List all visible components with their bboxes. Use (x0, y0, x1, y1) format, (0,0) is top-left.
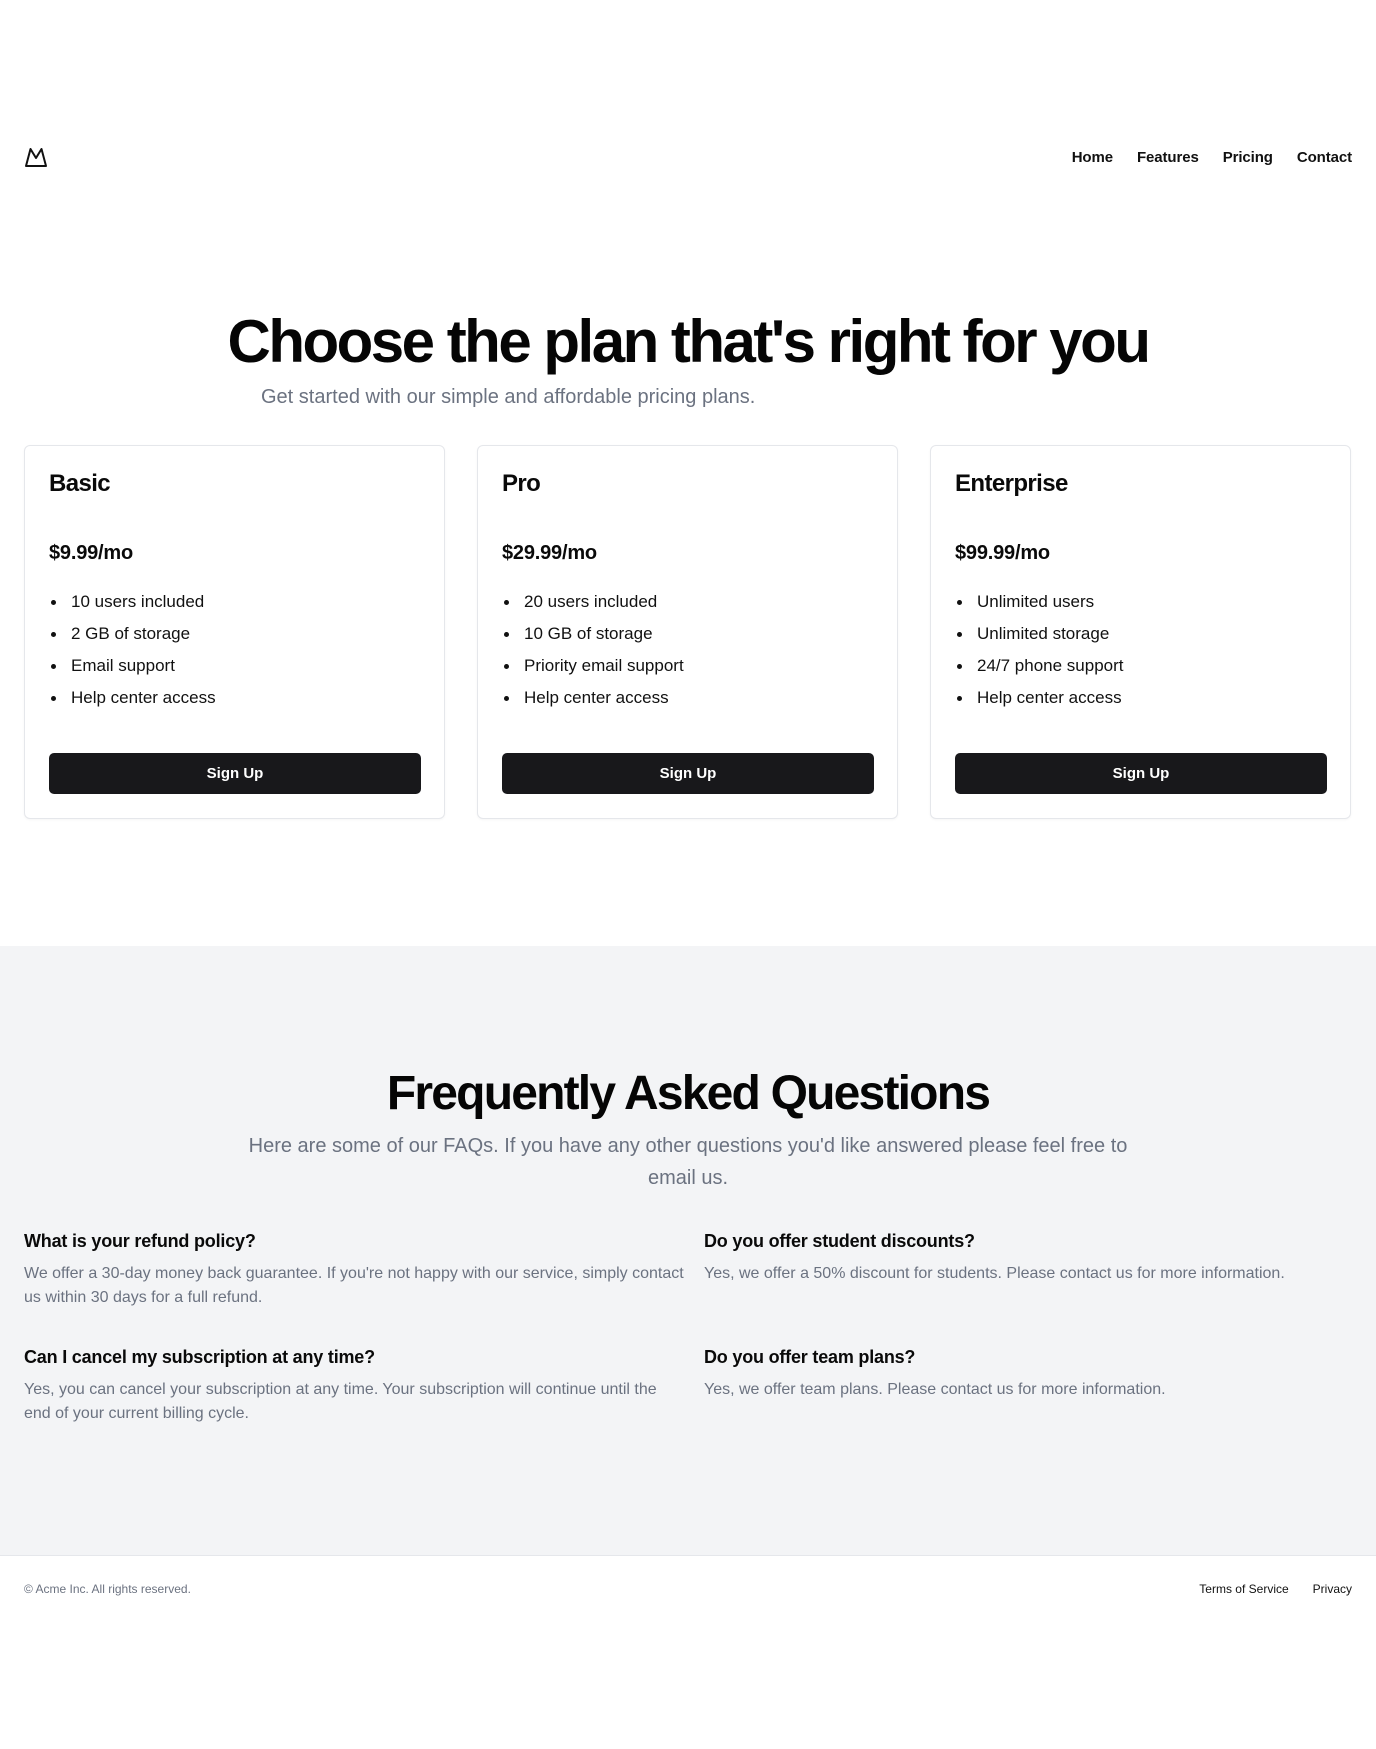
feature-item: Help center access (49, 682, 216, 714)
page-title: Choose the plan that's right for you (227, 308, 1151, 375)
feature-item: 20 users included (502, 586, 684, 618)
plan-name: Basic (49, 470, 111, 497)
nav-link-features[interactable]: Features (1137, 149, 1199, 166)
feature-item: 24/7 phone support (955, 650, 1124, 682)
feature-item: Priority email support (502, 650, 684, 682)
plan-name: Pro (502, 470, 541, 497)
logo-link[interactable] (24, 145, 48, 169)
feature-item: Help center access (955, 682, 1124, 714)
faq-question: What is your refund policy? (24, 1231, 256, 1251)
feature-item: 2 GB of storage (49, 618, 216, 650)
sign-up-button-pro[interactable]: Sign Up (502, 753, 874, 794)
plan-name: Enterprise (955, 470, 1068, 497)
feature-item: 10 GB of storage (502, 618, 684, 650)
plan-card-basic: Basic $9.99/mo 10 users included 2 GB of… (24, 445, 445, 819)
plan-card-pro: Pro $29.99/mo 20 users included 10 GB of… (477, 445, 898, 819)
page-subtitle: Get started with our simple and affordab… (261, 386, 756, 408)
plan-features: 20 users included 10 GB of storage Prior… (502, 586, 684, 714)
faq-item: Do you offer student discounts? Yes, we … (704, 1228, 1364, 1286)
nav-link-pricing[interactable]: Pricing (1223, 149, 1273, 166)
nav-link-contact[interactable]: Contact (1297, 149, 1352, 166)
nav-link-home[interactable]: Home (1072, 149, 1113, 166)
mountain-icon (25, 148, 47, 167)
pricing-page: Home Features Pricing Contact Choose the… (0, 0, 1376, 1749)
pricing-cards: Basic $9.99/mo 10 users included 2 GB of… (24, 445, 1352, 819)
faq-answer: Yes, we offer a 50% discount for student… (704, 1265, 1285, 1282)
faq-question: Do you offer team plans? (704, 1347, 916, 1367)
faq-title: Frequently Asked Questions (386, 1067, 991, 1120)
plan-price: $9.99/mo (49, 542, 134, 564)
faq-question: Do you offer student discounts? (704, 1231, 975, 1251)
plan-features: Unlimited users Unlimited storage 24/7 p… (955, 586, 1124, 714)
plan-price: $99.99/mo (955, 542, 1050, 564)
footer-link-privacy[interactable]: Privacy (1313, 1582, 1352, 1596)
sign-up-button-basic[interactable]: Sign Up (49, 753, 421, 794)
site-header: Home Features Pricing Contact (0, 130, 1376, 184)
faq-answer: We offer a 30-day money back guarantee. … (24, 1265, 684, 1306)
faq-item: Can I cancel my subscription at any time… (24, 1344, 684, 1426)
faq-question: Can I cancel my subscription at any time… (24, 1347, 375, 1367)
footer-link-terms[interactable]: Terms of Service (1199, 1582, 1288, 1596)
site-footer: © Acme Inc. All rights reserved. Terms o… (0, 1574, 1376, 1604)
plan-features: 10 users included 2 GB of storage Email … (49, 586, 216, 714)
feature-item: Help center access (502, 682, 684, 714)
faq-answer: Yes, you can cancel your subscription at… (24, 1381, 657, 1422)
footer-nav: Terms of Service Privacy (1199, 1582, 1352, 1596)
faq-answer: Yes, we offer team plans. Please contact… (704, 1381, 1166, 1398)
sign-up-button-enterprise[interactable]: Sign Up (955, 753, 1327, 794)
faq-subtitle: Here are some of our FAQs. If you have a… (248, 1135, 1128, 1189)
faq-item: What is your refund policy? We offer a 3… (24, 1228, 684, 1310)
main-nav: Home Features Pricing Contact (1072, 149, 1352, 166)
faq-section: Frequently Asked Questions Here are some… (0, 946, 1376, 1556)
feature-item: Unlimited storage (955, 618, 1124, 650)
feature-item: Unlimited users (955, 586, 1124, 618)
plan-price: $29.99/mo (502, 542, 597, 564)
feature-item: Email support (49, 650, 216, 682)
plan-card-enterprise: Enterprise $99.99/mo Unlimited users Unl… (930, 445, 1351, 819)
copyright-text: © Acme Inc. All rights reserved. (24, 1582, 191, 1596)
faq-item: Do you offer team plans? Yes, we offer t… (704, 1344, 1364, 1402)
feature-item: 10 users included (49, 586, 216, 618)
